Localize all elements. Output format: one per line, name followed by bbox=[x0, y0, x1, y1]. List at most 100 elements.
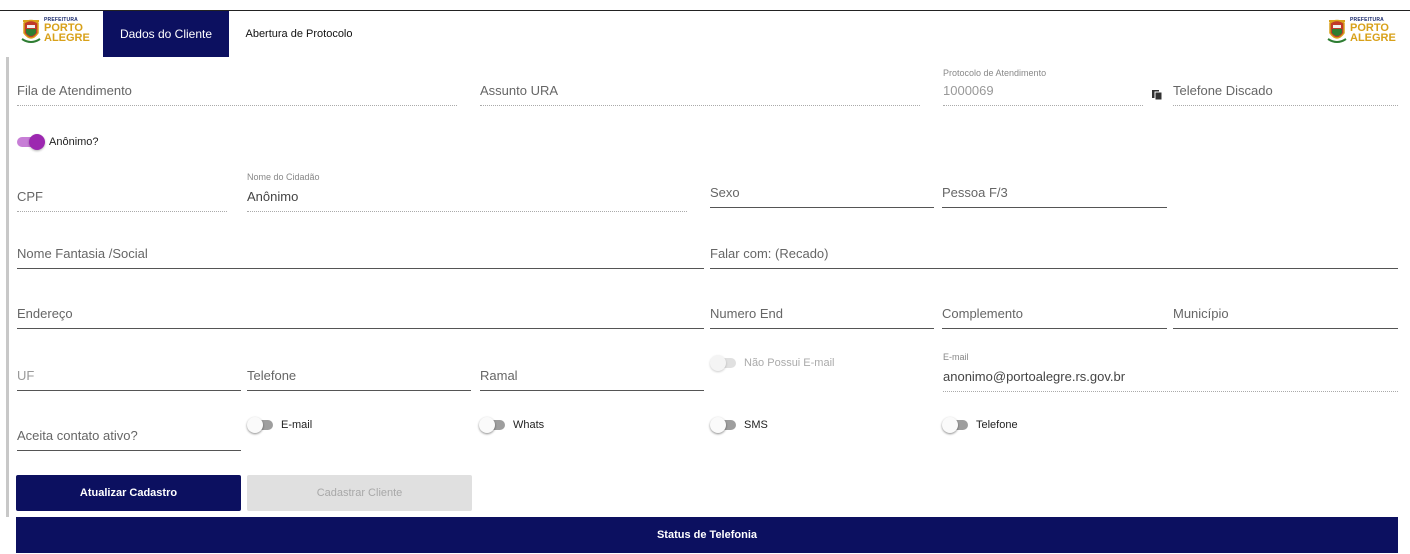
protocolo-field[interactable]: Protocolo de Atendimento 1000069 bbox=[943, 66, 1143, 106]
field-label: Numero End bbox=[710, 306, 783, 321]
field-underline bbox=[17, 450, 241, 451]
status-de-telefonia-button[interactable]: Status de Telefonia bbox=[16, 517, 1398, 553]
aceita-contato-select[interactable]: Aceita contato ativo? bbox=[17, 418, 241, 451]
button-label: Status de Telefonia bbox=[656, 529, 758, 541]
nome-fantasia-field[interactable]: Nome Fantasia /Social bbox=[17, 237, 704, 269]
field-label: Protocolo de Atendimento bbox=[943, 68, 1047, 78]
field-underline bbox=[247, 390, 471, 391]
toggle-knob bbox=[710, 417, 726, 433]
numero-end-field[interactable]: Numero End bbox=[710, 297, 934, 329]
toggle-label: SMS bbox=[744, 419, 768, 431]
toggle-knob bbox=[247, 417, 263, 433]
field-underline bbox=[1173, 328, 1398, 329]
coat-of-arms-icon bbox=[21, 19, 41, 43]
field-underline bbox=[710, 328, 934, 329]
toggle-knob bbox=[29, 134, 45, 150]
ramal-field[interactable]: Ramal bbox=[480, 359, 704, 391]
contato-sms-toggle[interactable]: SMS bbox=[710, 417, 768, 433]
falar-com-field[interactable]: Falar com: (Recado) bbox=[710, 237, 1398, 269]
pessoa-select[interactable]: Pessoa F/3 bbox=[942, 176, 1167, 208]
toggle-label: Telefone bbox=[976, 419, 1018, 431]
toggle-track bbox=[710, 417, 736, 433]
contato-email-toggle[interactable]: E-mail bbox=[247, 417, 313, 433]
field-label: CPF bbox=[17, 189, 43, 204]
anonimo-toggle[interactable]: Anônimo? bbox=[17, 134, 99, 150]
field-label: Telefone Discado bbox=[1173, 83, 1273, 98]
endereco-field[interactable]: Endereço bbox=[17, 297, 704, 329]
toggle-knob bbox=[942, 417, 958, 433]
field-label: Telefone bbox=[247, 368, 297, 383]
cpf-field[interactable]: CPF bbox=[17, 176, 227, 212]
assunto-ura-field[interactable]: Assunto URA bbox=[480, 70, 920, 106]
municipio-field[interactable]: Município bbox=[1173, 297, 1398, 329]
email-value: anonimo@portoalegre.rs.gov.br bbox=[943, 369, 1126, 384]
logo-line-3: ALEGRE bbox=[1350, 32, 1396, 44]
field-label: Endereço bbox=[17, 306, 73, 321]
field-underline bbox=[17, 268, 704, 269]
nome-value: Anônimo bbox=[247, 189, 299, 204]
protocolo-value: 1000069 bbox=[943, 83, 994, 98]
nome-do-cidadao-field[interactable]: Nome do Cidadão Anônimo bbox=[247, 168, 687, 212]
field-label: Aceita contato ativo? bbox=[17, 428, 138, 443]
tab-label: Dados do Cliente bbox=[119, 27, 213, 41]
telefone-discado-field[interactable]: Telefone Discado bbox=[1173, 70, 1398, 106]
coat-of-arms-icon bbox=[1327, 19, 1347, 43]
field-underline bbox=[1173, 105, 1398, 106]
toggle-knob bbox=[710, 355, 726, 371]
field-label: Nome Fantasia /Social bbox=[17, 246, 148, 261]
toggle-label: Whats bbox=[513, 419, 545, 431]
contato-whats-toggle[interactable]: Whats bbox=[479, 417, 545, 433]
cadastrar-cliente-button[interactable]: Cadastrar Cliente bbox=[247, 475, 472, 511]
toggle-label: E-mail bbox=[281, 419, 313, 431]
field-label: Município bbox=[1173, 306, 1229, 321]
toggle-label: Anônimo? bbox=[49, 136, 99, 148]
field-underline bbox=[710, 207, 934, 208]
field-underline bbox=[480, 390, 704, 391]
top-nav-bar: PREFEITURA PORTO ALEGRE Dados do Cliente… bbox=[0, 10, 1410, 57]
field-underline bbox=[17, 105, 457, 106]
field-label: Ramal bbox=[480, 368, 518, 383]
uf-select[interactable]: UF bbox=[17, 359, 241, 391]
field-underline bbox=[247, 211, 687, 212]
toggle-track bbox=[247, 417, 273, 433]
contato-telefone-toggle[interactable]: Telefone bbox=[942, 417, 1018, 433]
sexo-select[interactable]: Sexo bbox=[710, 176, 934, 208]
tab-dados-do-cliente[interactable]: Dados do Cliente bbox=[103, 11, 229, 57]
field-label: E-mail bbox=[943, 352, 969, 362]
telefone-field[interactable]: Telefone bbox=[247, 359, 471, 391]
tab-abertura-de-protocolo[interactable]: Abertura de Protocolo bbox=[229, 11, 369, 57]
field-underline bbox=[17, 211, 227, 212]
prefeitura-logo: PREFEITURA PORTO ALEGRE bbox=[20, 15, 90, 51]
toggle-label: Não Possui E-mail bbox=[744, 357, 835, 369]
field-underline bbox=[942, 328, 1167, 329]
field-underline bbox=[942, 207, 1167, 208]
email-field[interactable]: E-mail anonimo@portoalegre.rs.gov.br bbox=[943, 350, 1398, 392]
tab-label: Abertura de Protocolo bbox=[245, 28, 353, 40]
button-label: Atualizar Cadastro bbox=[79, 487, 178, 499]
field-label: Complemento bbox=[942, 306, 1023, 321]
complemento-field[interactable]: Complemento bbox=[942, 297, 1167, 329]
field-label: Sexo bbox=[710, 185, 740, 200]
field-underline bbox=[480, 105, 920, 106]
logo-line-3: ALEGRE bbox=[44, 32, 90, 44]
toggle-track bbox=[710, 355, 736, 371]
copy-icon[interactable] bbox=[1151, 88, 1163, 101]
prefeitura-logo-right: PREFEITURA PORTO ALEGRE bbox=[1326, 15, 1396, 51]
field-label: Assunto URA bbox=[480, 83, 559, 98]
atualizar-cadastro-button[interactable]: Atualizar Cadastro bbox=[16, 475, 241, 511]
field-label: Nome do Cidadão bbox=[247, 172, 320, 182]
button-label: Cadastrar Cliente bbox=[316, 487, 403, 499]
toggle-track bbox=[479, 417, 505, 433]
field-underline bbox=[943, 105, 1143, 106]
field-underline bbox=[943, 391, 1398, 392]
field-label: Falar com: (Recado) bbox=[710, 246, 829, 261]
toggle-track bbox=[942, 417, 968, 433]
field-underline bbox=[710, 268, 1398, 269]
fila-de-atendimento-field[interactable]: Fila de Atendimento bbox=[17, 70, 457, 106]
toggle-track bbox=[17, 134, 45, 150]
field-underline bbox=[17, 390, 241, 391]
nao-possui-email-toggle[interactable]: Não Possui E-mail bbox=[710, 355, 835, 371]
field-underline bbox=[17, 328, 704, 329]
field-label: Fila de Atendimento bbox=[17, 83, 132, 98]
toggle-knob bbox=[479, 417, 495, 433]
